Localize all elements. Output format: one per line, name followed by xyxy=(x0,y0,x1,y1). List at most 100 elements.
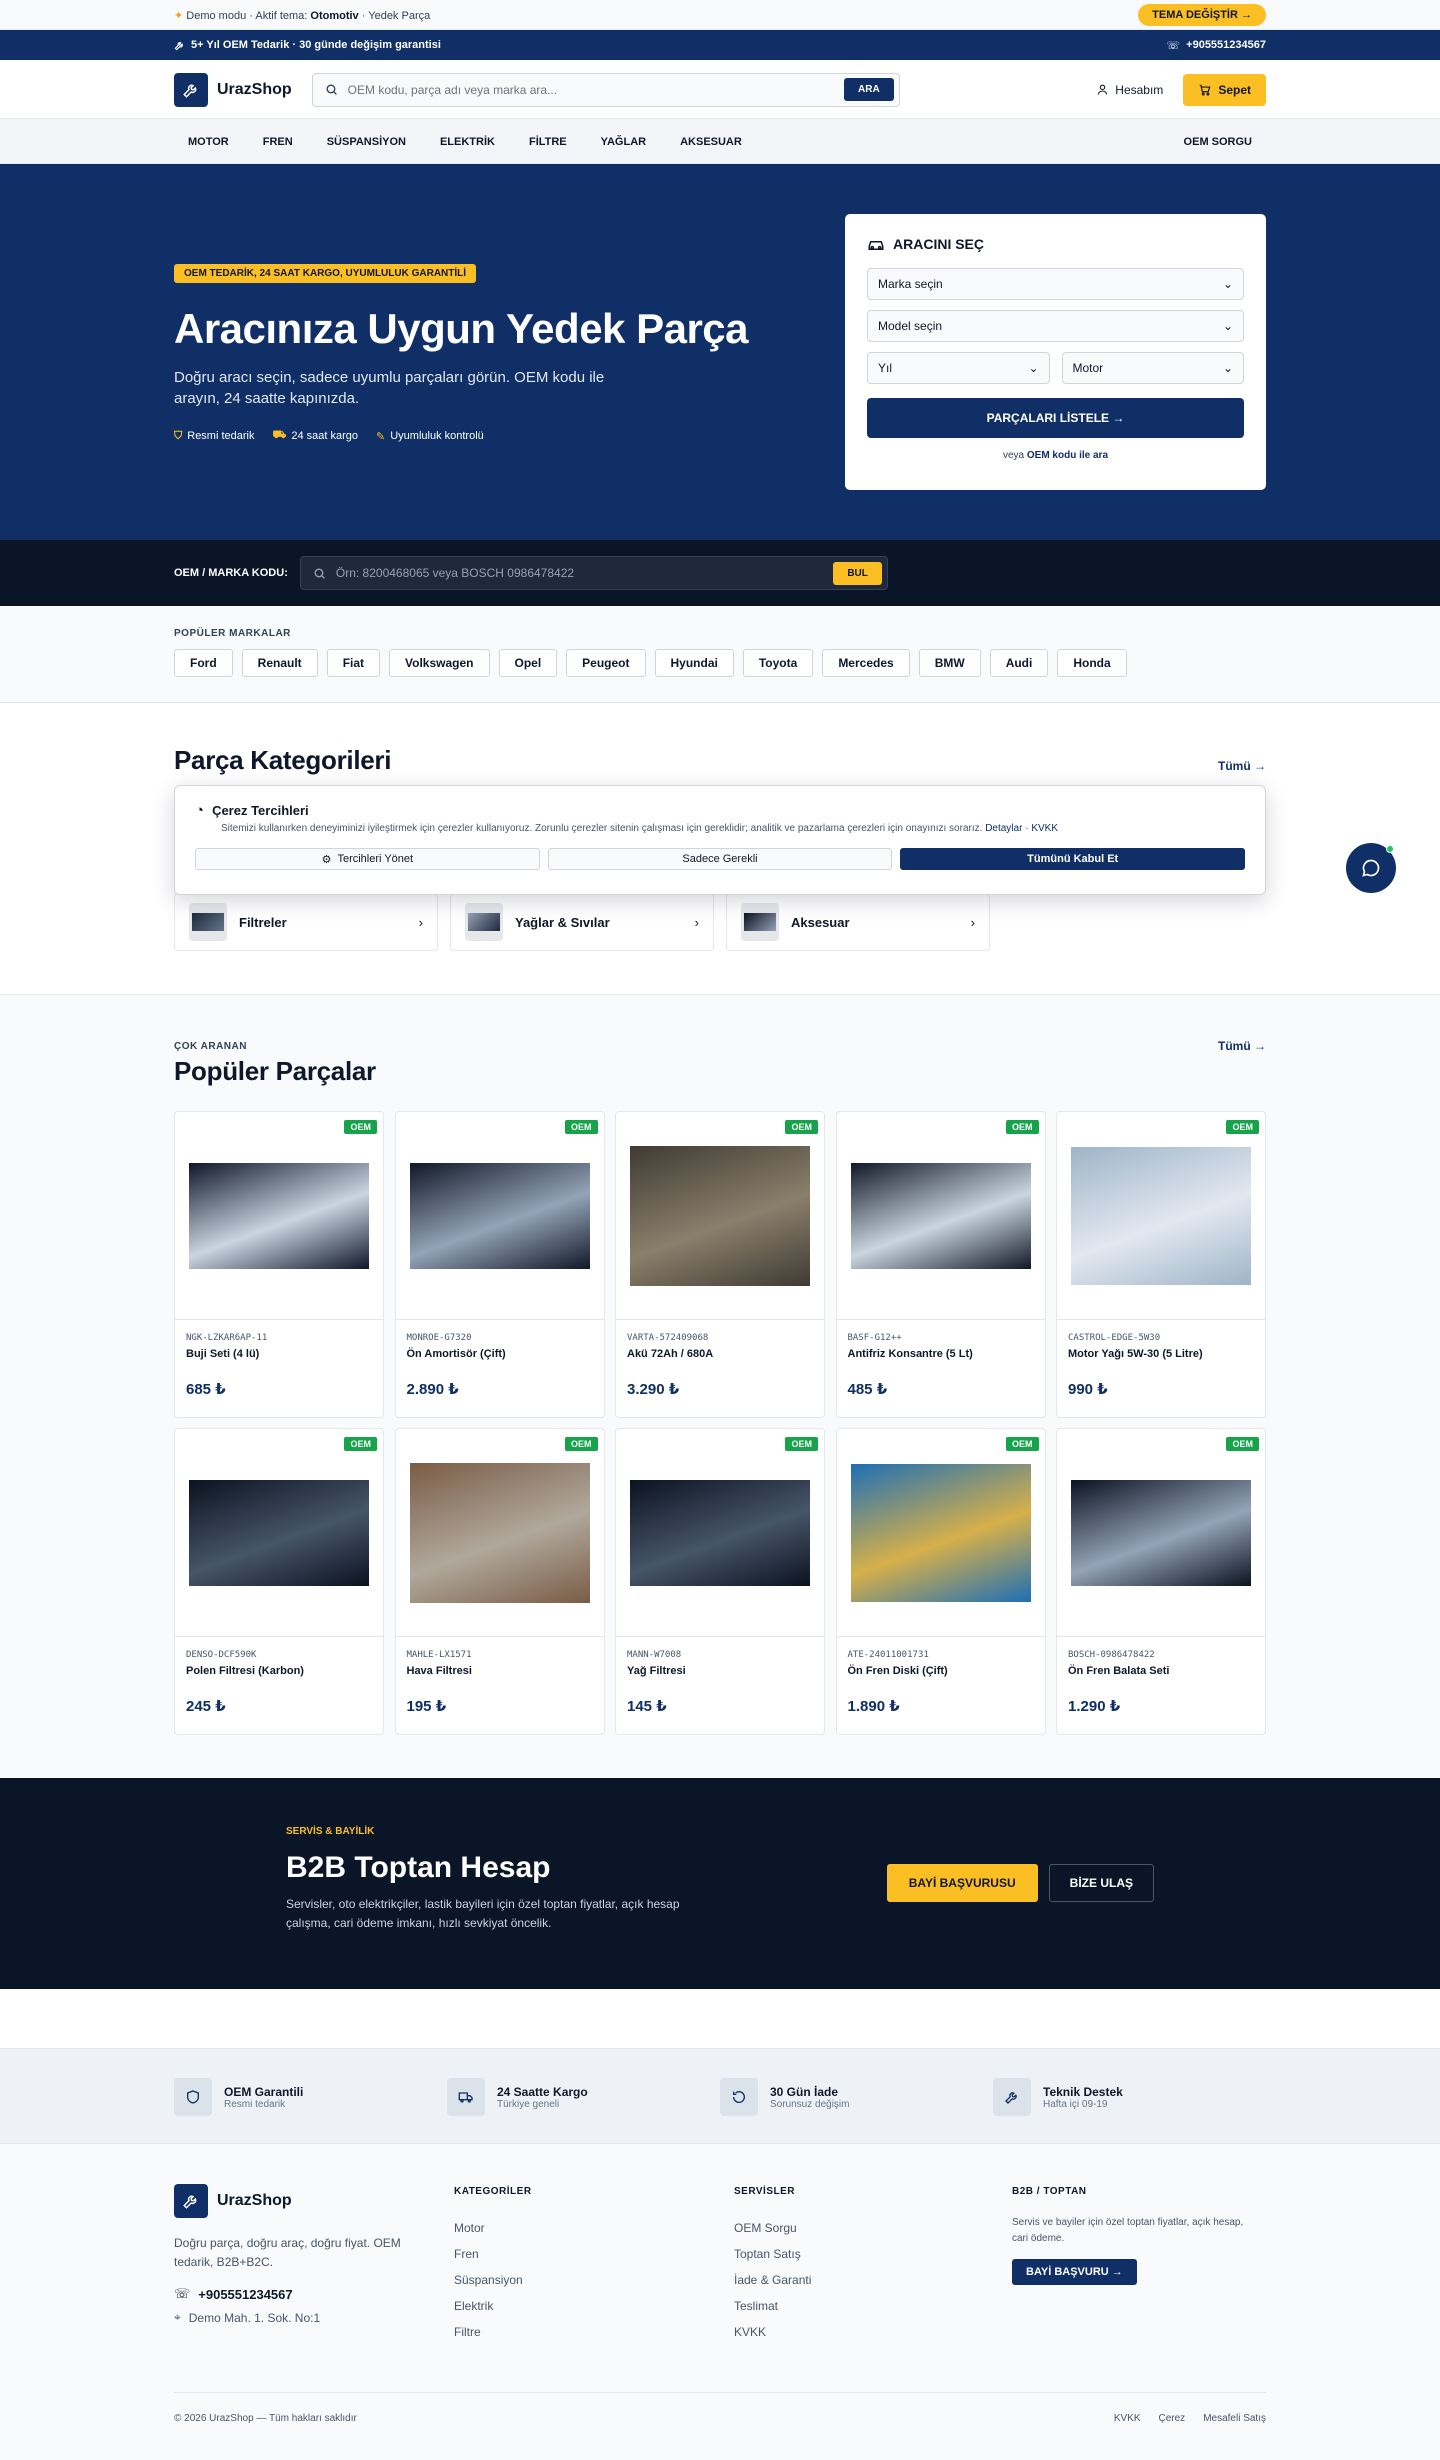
oem-badge: OEM xyxy=(1005,1437,1039,1451)
products-see-all[interactable]: Tümü → xyxy=(1218,1039,1266,1053)
brand-chip[interactable]: Peugeot xyxy=(566,649,646,677)
footer-dealer-button[interactable]: BAYİ BAŞVURU → xyxy=(1012,2259,1137,2285)
product-card[interactable]: OEM MONROE-G7320 Ön Amortisör (Çift) 2.890 … xyxy=(394,1111,605,1418)
footer-phone[interactable]: ☏ +905551234567 xyxy=(174,2286,424,2302)
product-image: OEM xyxy=(616,1429,824,1637)
product-photo xyxy=(630,1479,810,1586)
legal-link[interactable]: KVKK xyxy=(1114,2413,1141,2424)
dealer-apply-button[interactable]: BAYİ BAŞVURUSU xyxy=(886,1864,1038,1902)
brand-chip[interactable]: Fiat xyxy=(326,649,381,677)
online-indicator xyxy=(1386,845,1394,853)
legal-link[interactable]: Mesafeli Satış xyxy=(1203,2413,1266,2424)
category-card[interactable]: Filtreler › xyxy=(174,893,438,951)
product-card[interactable]: OEM BASF-G12++ Antifriz Konsantre (5 Lt) 48… xyxy=(835,1111,1046,1418)
product-image: OEM xyxy=(836,1429,1045,1637)
footer-link[interactable]: Fren xyxy=(454,2247,532,2261)
category-image xyxy=(465,903,503,941)
footer-link[interactable]: KVKK xyxy=(734,2325,811,2339)
product-card[interactable]: OEM ATE-24011001731 Ön Fren Diski (Çift) 1.… xyxy=(835,1428,1046,1735)
footer-link[interactable]: Elektrik xyxy=(454,2299,532,2313)
footer-link[interactable]: Motor xyxy=(454,2221,532,2235)
chevron-right-icon: › xyxy=(694,914,699,930)
topbar-left: 5+ Yıl OEM Tedarik · 30 günde değişim ga… xyxy=(174,39,441,51)
nav-item-yaglar[interactable]: YAĞLAR xyxy=(601,136,646,148)
nav-item-motor[interactable]: MOTOR xyxy=(174,136,229,148)
footer-link[interactable]: İade & Garanti xyxy=(734,2273,811,2287)
product-card[interactable]: OEM MAHLE-LX1571 Hava Filtresi 195 ₺ xyxy=(394,1428,605,1735)
nav-oem-query[interactable]: OEM SORGU xyxy=(1184,136,1252,148)
product-card[interactable]: OEM BOSCH-0986478422 Ön Fren Balata Seti 1.… xyxy=(1056,1428,1266,1735)
product-photo xyxy=(189,1162,369,1269)
product-image: OEM xyxy=(836,1112,1045,1320)
vehicle-title-text: ARACINI SEÇ xyxy=(893,236,985,252)
brand-chip[interactable]: Toyota xyxy=(742,649,814,677)
footer-link[interactable]: Toptan Satış xyxy=(734,2247,811,2261)
oem-find-button[interactable]: BUL xyxy=(833,561,882,585)
oem-search-link[interactable]: OEM kodu ile ara xyxy=(1027,450,1108,461)
engine-select[interactable]: Motor ⌄ xyxy=(1061,352,1244,384)
list-parts-button[interactable]: PARÇALARI LİSTELE → xyxy=(867,398,1244,438)
legal-link[interactable]: Çerez xyxy=(1159,2413,1186,2424)
product-code: NGK-LZKAR6AP-11 xyxy=(186,1333,268,1343)
product-card[interactable]: OEM MANN-W7008 Yağ Filtresi 145 ₺ xyxy=(615,1428,825,1735)
model-select[interactable]: Model seçin ⌄ xyxy=(867,310,1244,342)
footer-brand-name: UrazShop xyxy=(217,2192,292,2209)
cookie-necessary-button[interactable]: Sadece Gerekli xyxy=(547,848,893,870)
cookie-body: Sitemizi kullanırken deneyiminizi iyileş… xyxy=(221,823,983,834)
footer-link[interactable]: Teslimat xyxy=(734,2299,811,2313)
category-card[interactable]: Aksesuar › xyxy=(726,893,990,951)
cookie-manage-button[interactable]: ⚙ Tercihleri Yönet xyxy=(195,848,540,870)
product-price: 990 ₺ xyxy=(1068,1381,1108,1398)
product-code: BOSCH-0986478422 xyxy=(1068,1650,1155,1660)
chat-button[interactable] xyxy=(1346,843,1396,893)
brand-chip[interactable]: Opel xyxy=(498,649,558,677)
nav-item-elektrik[interactable]: ELEKTRİK xyxy=(440,136,495,148)
cart-button[interactable]: Sepet xyxy=(1183,73,1266,106)
brand-chip[interactable]: BMW xyxy=(918,649,981,677)
product-code: ATE-24011001731 xyxy=(847,1650,929,1660)
brand-chip[interactable]: Ford xyxy=(174,649,233,677)
brand-chip[interactable]: Volkswagen xyxy=(389,649,490,677)
cookie-kvkk-link[interactable]: KVKK xyxy=(1031,823,1058,834)
product-card[interactable]: OEM CASTROL-EDGE-5W30 Motor Yağı 5W-30 (5 … xyxy=(1056,1111,1266,1418)
search-input[interactable] xyxy=(347,82,844,97)
account-link[interactable]: Hesabım xyxy=(1096,83,1163,97)
cookie-accept-button[interactable]: Tümünü Kabul Et xyxy=(900,848,1246,870)
categories-section: Parça Kategorileri Tümü → ◔ Çerez Tercih… xyxy=(0,703,1440,995)
brand-chip[interactable]: Honda xyxy=(1057,649,1127,677)
product-price: 3.290 ₺ xyxy=(627,1381,680,1398)
brand-chip[interactable]: Renault xyxy=(241,649,318,677)
footer-logo[interactable]: UrazShop xyxy=(174,2184,424,2218)
truck-icon: ⛟ xyxy=(272,429,287,441)
nav-item-filtre[interactable]: FİLTRE xyxy=(529,136,567,148)
topbar-phone[interactable]: ☏ +905551234567 xyxy=(1166,39,1266,52)
brand-select[interactable]: Marka seçin ⌄ xyxy=(867,268,1244,300)
hero-section: OEM TEDARİK, 24 SAAT KARGO, UYUMLULUK GA… xyxy=(0,164,1440,540)
product-card[interactable]: OEM NGK-LZKAR6AP-11 Buji Seti (4 lü) 685 ₺ xyxy=(174,1111,384,1418)
search-button[interactable]: ARA xyxy=(844,78,894,101)
product-card[interactable]: OEM DENSO-DCF590K Polen Filtresi (Karbon) 2… xyxy=(174,1428,384,1735)
cookie-icon: ◔ xyxy=(195,802,205,819)
logo[interactable]: UrazShop xyxy=(174,72,292,107)
nav-item-fren[interactable]: FREN xyxy=(263,136,293,148)
nav-item-aksesuar[interactable]: AKSESUAR xyxy=(680,136,742,148)
cookie-details-link[interactable]: Detaylar xyxy=(985,823,1022,834)
footer-link[interactable]: Filtre xyxy=(454,2325,532,2339)
brand-chip[interactable]: Audi xyxy=(989,649,1049,677)
footer-legal-links: KVKK Çerez Mesafeli Satış xyxy=(1114,2413,1266,2424)
vehicle-selector-card: ARACINI SEÇ Marka seçin ⌄ Model seçin ⌄ Yı… xyxy=(845,214,1266,490)
nav-item-suspansiyon[interactable]: SÜSPANSİYON xyxy=(327,136,406,148)
footer-cat-list: Motor Fren Süspansiyon Elektrik Filtre xyxy=(454,2221,532,2339)
category-card[interactable]: Yağlar & Sıvılar › xyxy=(450,893,714,951)
categories-see-all[interactable]: Tümü → xyxy=(1218,759,1266,773)
product-card[interactable]: OEM VARTA-572409068 Akü 72Ah / 680A 3.290 ₺ xyxy=(615,1111,825,1418)
brand-chip[interactable]: Hyundai xyxy=(654,649,734,677)
oem-search-input[interactable] xyxy=(335,566,834,580)
year-select[interactable]: Yıl ⌄ xyxy=(867,352,1050,384)
brand-chip[interactable]: Mercedes xyxy=(822,649,910,677)
hero-title: Aracınıza Uygun Yedek Parça xyxy=(174,305,749,352)
theme-change-button[interactable]: TEMA DEĞİŞTİR → xyxy=(1138,4,1266,26)
contact-button[interactable]: BİZE ULAŞ xyxy=(1048,1864,1154,1902)
footer-link[interactable]: Süspansiyon xyxy=(454,2273,532,2287)
footer-link[interactable]: OEM Sorgu xyxy=(734,2221,811,2235)
